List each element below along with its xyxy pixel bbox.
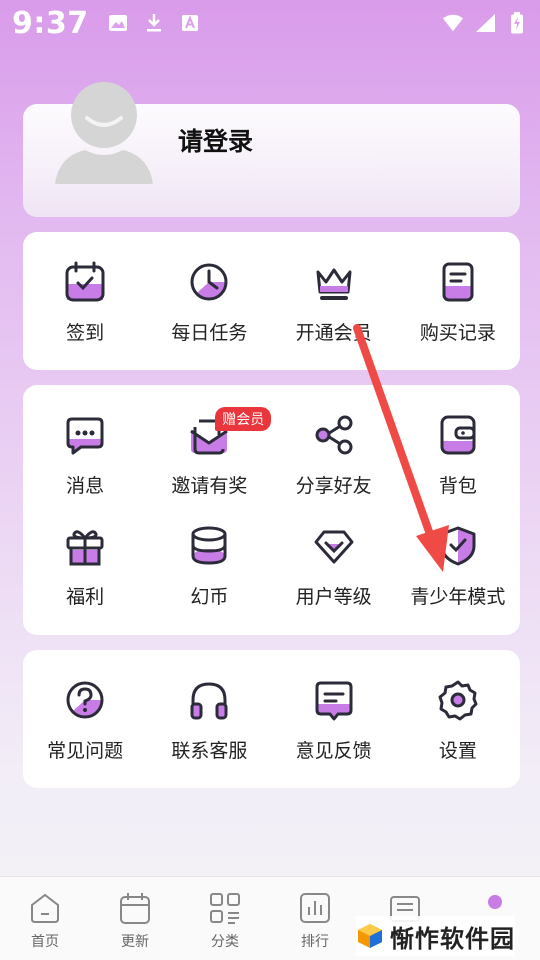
support-card: 常见问题 联系客服 意见反馈 设置: [23, 650, 520, 788]
purchase-history-button[interactable]: 购买记录: [396, 260, 520, 345]
feature-label: 幻币: [190, 586, 229, 608]
wallet-icon: [440, 415, 476, 455]
user-level-button[interactable]: 用户等级: [272, 524, 396, 609]
open-membership-button[interactable]: 开通会员: [272, 260, 396, 345]
battery-charging-icon: [506, 12, 528, 34]
feature-label: 青少年模式: [410, 586, 506, 608]
feature-label: 用户等级: [295, 586, 372, 608]
tab-updates[interactable]: 更新: [90, 877, 180, 960]
gear-icon: [438, 680, 478, 721]
gift-membership-badge: 赠会员: [215, 407, 272, 431]
coin-stack-icon: [191, 526, 227, 565]
settings-button[interactable]: 设置: [396, 678, 520, 763]
default-avatar-icon[interactable]: [51, 80, 157, 190]
action-label: 每日任务: [171, 322, 248, 344]
calendar-icon: [120, 893, 150, 924]
feature-label: 邀请有奖: [171, 475, 248, 497]
feature-label: 分享好友: [295, 475, 372, 497]
home-icon: [31, 893, 59, 923]
status-bar: 9:37: [0, 0, 540, 46]
action-label: 签到: [66, 322, 105, 344]
crown-icon: [316, 268, 352, 300]
question-icon: [66, 681, 104, 719]
daily-tasks-button[interactable]: 每日任务: [147, 260, 271, 345]
support-label: 联系客服: [171, 740, 248, 762]
watermark: 惭怍软件园: [356, 916, 515, 956]
tab-label: 排行: [301, 934, 329, 950]
calendar-check-icon: [65, 261, 105, 302]
download-icon: [143, 12, 165, 34]
chart-icon: [300, 893, 330, 923]
tab-rankings[interactable]: 排行: [270, 877, 360, 960]
a-badge-icon: [179, 12, 201, 34]
teen-mode-button[interactable]: 青少年模式: [396, 524, 520, 609]
image-icon: [107, 12, 129, 34]
message-icon: [66, 417, 104, 455]
support-label: 设置: [438, 740, 477, 762]
share-friends-button[interactable]: 分享好友: [272, 413, 396, 498]
support-label: 常见问题: [47, 740, 124, 762]
wifi-icon: [442, 12, 464, 34]
contact-service-button[interactable]: 联系客服: [147, 678, 271, 763]
coins-button[interactable]: 幻币: [147, 524, 271, 609]
signal-icon: [474, 12, 496, 34]
profile-dot-icon: [488, 895, 502, 909]
tab-label: 更新: [121, 934, 149, 950]
share-icon: [315, 415, 353, 455]
diamond-icon: [314, 530, 354, 564]
tab-label: 分类: [211, 934, 239, 950]
watermark-logo-icon: [358, 924, 382, 948]
messages-button[interactable]: 消息: [23, 413, 147, 498]
feedback-button[interactable]: 意见反馈: [272, 678, 396, 763]
status-time: 9:37: [12, 5, 89, 41]
faq-button[interactable]: 常见问题: [23, 678, 147, 763]
tab-label: 首页: [31, 934, 59, 950]
tab-home[interactable]: 首页: [0, 877, 90, 960]
invite-rewards-button[interactable]: 赠会员 邀请有奖: [147, 407, 272, 498]
profile-card[interactable]: 请登录: [23, 82, 520, 217]
action-label: 购买记录: [419, 322, 496, 344]
tab-categories[interactable]: 分类: [180, 877, 270, 960]
checkin-button[interactable]: 签到: [23, 260, 147, 345]
headphones-icon: [190, 682, 228, 720]
category-icon: [210, 893, 240, 924]
feature-label: 消息: [66, 475, 105, 497]
login-label[interactable]: 请登录: [178, 122, 253, 158]
feature-label: 背包: [438, 475, 477, 497]
gift-icon: [66, 530, 104, 566]
action-label: 开通会员: [295, 322, 372, 344]
quick-actions-card: 签到 每日任务 开通会员 购买记录: [23, 232, 520, 370]
receipt-icon: [442, 262, 474, 302]
feedback-icon: [315, 681, 353, 721]
backpack-button[interactable]: 背包: [396, 413, 520, 498]
features-card: 消息 赠会员 邀请有奖 分享好友 背包 福利 幻币 用户等级 青少年模式: [23, 385, 520, 635]
benefits-button[interactable]: 福利: [23, 524, 147, 609]
feature-label: 福利: [66, 586, 105, 608]
shield-check-icon: [440, 526, 476, 566]
clock-icon: [190, 263, 228, 301]
watermark-text: 惭怍软件园: [390, 924, 515, 953]
support-label: 意见反馈: [295, 740, 372, 762]
